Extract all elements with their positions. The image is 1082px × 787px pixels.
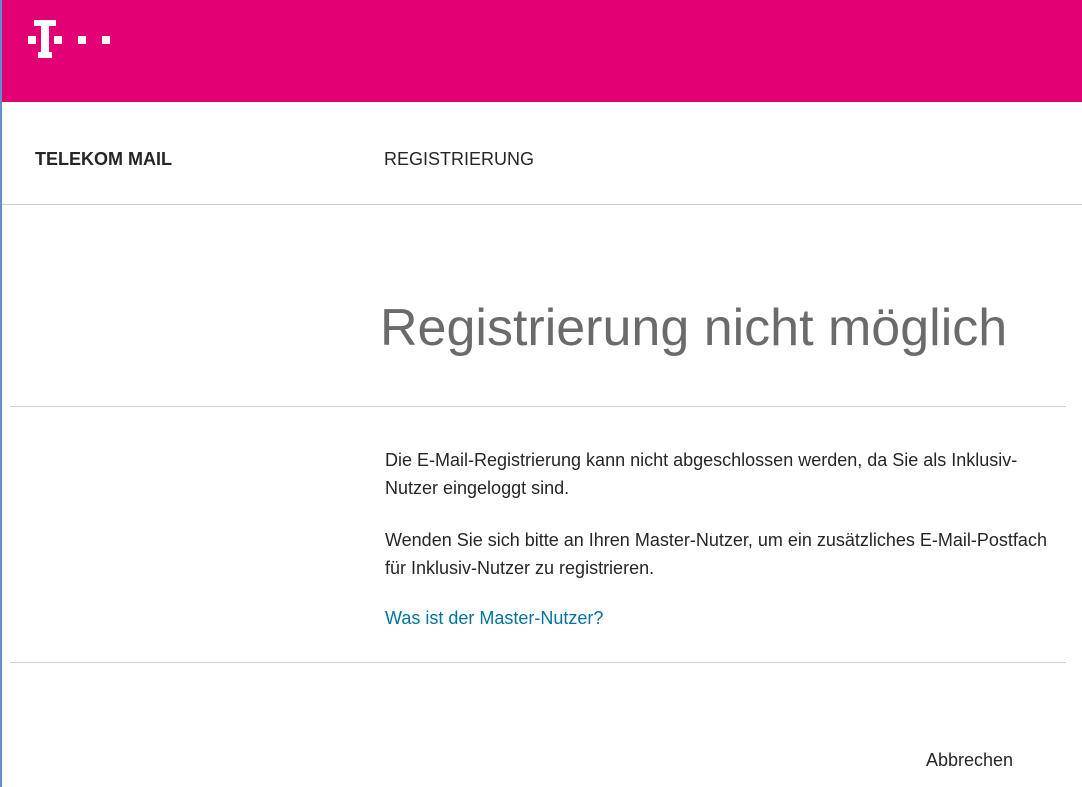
section-divider (10, 406, 1066, 407)
message-paragraph: Die E-Mail-Registrierung kann nicht abge… (385, 450, 1018, 498)
brand-header (2, 0, 1082, 102)
service-navigation: TELEKOM MAIL REGISTRIERUNG (2, 102, 1082, 205)
logo-t-foot (38, 52, 52, 58)
cancel-button[interactable]: Abbrechen (926, 750, 1013, 771)
logo-dot (78, 36, 86, 44)
master-user-help-link[interactable]: Was ist der Master-Nutzer? (385, 604, 603, 632)
message-paragraph: Wenden Sie sich bitte an Ihren Master-Nu… (385, 530, 1047, 578)
logo-dot (28, 36, 36, 44)
logo-dot (102, 36, 110, 44)
logo-dot (54, 36, 62, 44)
app-name-link[interactable]: TELEKOM MAIL (35, 149, 172, 170)
telekom-t-logo-icon[interactable] (28, 16, 128, 62)
current-page-label: REGISTRIERUNG (384, 149, 535, 169)
section-divider (10, 662, 1066, 663)
page-title: Registrierung nicht möglich (380, 299, 1008, 357)
